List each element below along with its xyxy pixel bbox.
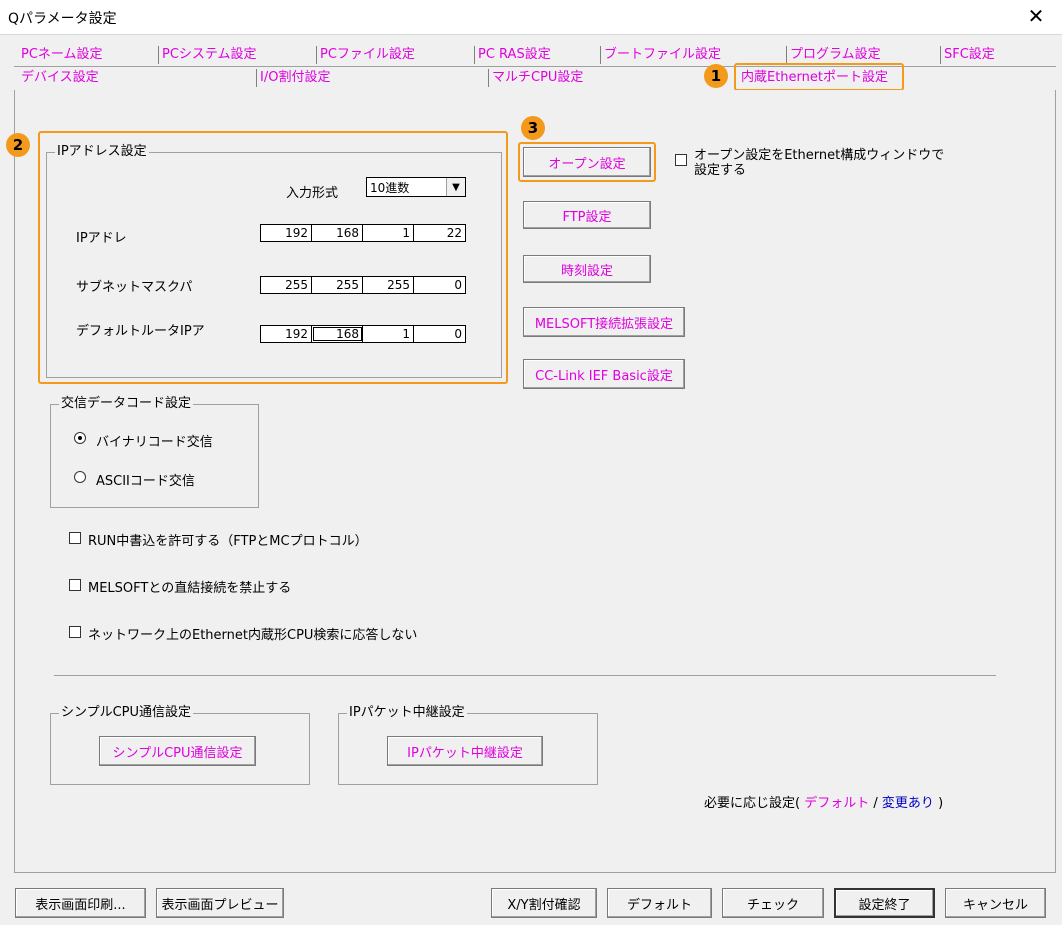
network-search-label: ネットワーク上のEthernet内蔵形CPU検索に応答しない	[88, 628, 418, 643]
tab-pc-system[interactable]: PCシステム設定	[158, 46, 257, 64]
tab-sfc[interactable]: SFC設定	[940, 46, 995, 64]
ip-group-legend: IPアドレス設定	[55, 144, 149, 160]
subnet-field[interactable]: 255 255 255 0	[260, 276, 466, 294]
ascii-code-radio[interactable]	[74, 471, 86, 483]
ip-packet-button[interactable]: IPパケット中継設定	[387, 736, 543, 766]
finish-settings-button[interactable]: 設定終了	[834, 888, 935, 918]
gateway-octet-1[interactable]: 192	[261, 326, 312, 342]
gateway-octet-2[interactable]: 168	[312, 326, 363, 342]
step-badge-2: 2	[6, 133, 30, 157]
melsoft-direct-checkbox[interactable]	[69, 579, 81, 591]
tab-boot-file[interactable]: ブートファイル設定	[600, 46, 721, 64]
input-format-select[interactable]: 10進数 ▼	[366, 177, 466, 197]
open-settings-button[interactable]: オープン設定	[523, 147, 651, 177]
ip-octet-4[interactable]: 22	[414, 225, 465, 241]
ip-address-label: IPアドレ	[76, 231, 127, 246]
ip-octet-3[interactable]: 1	[363, 225, 414, 241]
ftp-settings-button[interactable]: FTP設定	[523, 201, 651, 229]
ip-address-field[interactable]: 192 168 1 22	[260, 224, 466, 242]
print-screen-button[interactable]: 表示画面印刷...	[15, 888, 146, 918]
subnet-octet-3[interactable]: 255	[363, 277, 414, 293]
open-ethernet-label: オープン設定をEthernet構成ウィンドウで 設定する	[694, 148, 944, 178]
xy-assign-check-button[interactable]: X/Y割付確認	[491, 888, 597, 918]
highlight-ethernet-tab	[734, 63, 904, 91]
melsoft-extension-button[interactable]: MELSOFT接続拡張設定	[523, 307, 685, 337]
input-format-label: 入力形式	[286, 186, 339, 201]
ip-octet-1[interactable]: 192	[261, 225, 312, 241]
chevron-down-icon[interactable]: ▼	[446, 178, 465, 196]
open-ethernet-label-line1: オープン設定をEthernet構成ウィンドウで	[694, 148, 945, 163]
step-badge-3: 3	[521, 116, 545, 140]
legend-note-changed: 変更あり	[881, 796, 934, 811]
ip-packet-legend: IPパケット中継設定	[347, 705, 467, 721]
subnet-label: サブネットマスクパ	[76, 280, 193, 295]
default-button[interactable]: デフォルト	[607, 888, 712, 918]
simple-cpu-button[interactable]: シンプルCPU通信設定	[99, 736, 256, 766]
legend-note-suffix: )	[938, 796, 944, 811]
check-button[interactable]: チェック	[722, 888, 824, 918]
network-search-checkbox[interactable]	[69, 626, 81, 638]
gateway-octet-4[interactable]: 0	[414, 326, 465, 342]
legend-note-slash: /	[873, 796, 878, 811]
legend-note-default: デフォルト	[804, 796, 870, 811]
binary-code-label: バイナリコード交信	[96, 435, 213, 450]
tab-io-assign[interactable]: I/O割付設定	[256, 69, 330, 87]
legend-note-prefix: 必要に応じ設定(	[704, 796, 801, 811]
subnet-octet-2[interactable]: 255	[312, 277, 363, 293]
tab-program[interactable]: プログラム設定	[786, 46, 881, 64]
title-bar: Qパラメータ設定 ✕	[0, 0, 1062, 35]
run-write-label: RUN中書込を許可する（FTPとMCプロトコル）	[88, 534, 368, 549]
close-icon[interactable]: ✕	[1024, 4, 1048, 28]
gateway-octet-3[interactable]: 1	[363, 326, 414, 342]
window-title: Qパラメータ設定	[8, 11, 117, 27]
preview-screen-button[interactable]: 表示画面プレビュー	[156, 888, 284, 918]
tab-pc-file[interactable]: PCファイル設定	[316, 46, 415, 64]
data-code-legend: 交信データコード設定	[59, 396, 194, 412]
binary-code-radio[interactable]	[74, 432, 86, 444]
tab-device[interactable]: デバイス設定	[18, 69, 99, 87]
ascii-code-label: ASCIIコード交信	[96, 474, 195, 489]
input-format-value: 10進数	[370, 180, 410, 195]
section-divider	[54, 675, 996, 676]
open-ethernet-checkbox[interactable]	[675, 154, 687, 166]
gateway-label: デフォルトルータIPア	[76, 324, 205, 339]
step-badge-1: 1	[704, 64, 728, 88]
tab-multi-cpu[interactable]: マルチCPU設定	[488, 69, 583, 87]
simple-cpu-legend: シンプルCPU通信設定	[59, 705, 194, 721]
tab-pc-ras[interactable]: PC RAS設定	[474, 46, 551, 64]
cclink-ief-basic-button[interactable]: CC-Link IEF Basic設定	[523, 359, 685, 389]
subnet-octet-4[interactable]: 0	[414, 277, 465, 293]
cancel-button[interactable]: キャンセル	[945, 888, 1046, 918]
ip-octet-2[interactable]: 168	[312, 225, 363, 241]
melsoft-direct-label: MELSOFTとの直結接続を禁止する	[88, 581, 292, 596]
gateway-field[interactable]: 192 168 1 0	[260, 325, 466, 343]
legend-note: 必要に応じ設定( デフォルト / 変更あり )	[704, 792, 943, 811]
time-settings-button[interactable]: 時刻設定	[523, 255, 651, 283]
run-write-checkbox[interactable]	[69, 532, 81, 544]
open-ethernet-label-line2: 設定する	[694, 163, 747, 178]
tab-pc-name[interactable]: PCネーム設定	[18, 46, 103, 64]
subnet-octet-1[interactable]: 255	[261, 277, 312, 293]
data-code-group: 交信データコード設定	[50, 396, 259, 508]
